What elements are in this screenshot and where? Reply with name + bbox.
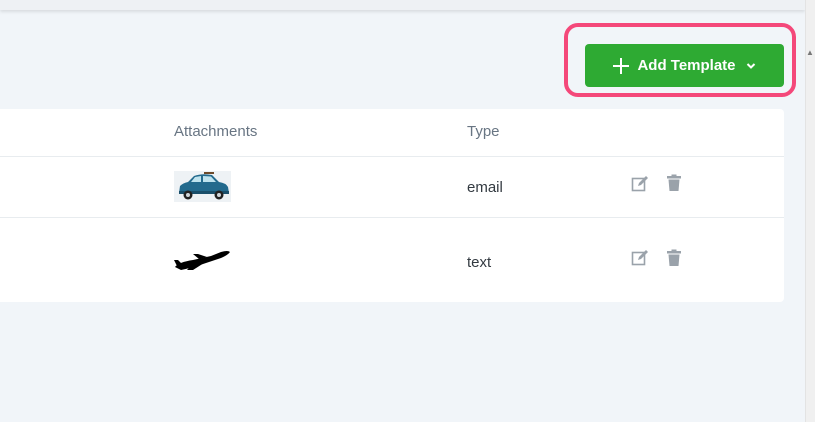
column-header-attachments: Attachments bbox=[174, 123, 258, 140]
type-cell: text bbox=[467, 254, 492, 271]
row-divider bbox=[0, 217, 784, 218]
airplane-thumbnail bbox=[174, 251, 230, 270]
scroll-up-arrow-icon[interactable]: ▲ bbox=[806, 48, 814, 58]
plus-icon bbox=[613, 57, 630, 74]
edit-icon[interactable] bbox=[631, 249, 649, 267]
trash-icon[interactable] bbox=[665, 174, 683, 192]
car-thumbnail bbox=[174, 171, 231, 202]
header-divider bbox=[0, 156, 784, 157]
templates-table: Attachments Type email text bbox=[0, 109, 784, 302]
chevron-down-icon bbox=[746, 62, 755, 69]
vertical-scrollbar[interactable]: ▲ bbox=[805, 0, 815, 422]
add-template-button[interactable]: Add Template bbox=[585, 44, 784, 87]
edit-icon[interactable] bbox=[631, 175, 649, 193]
header-shadow-strip bbox=[0, 0, 805, 10]
type-cell: email bbox=[467, 179, 503, 196]
add-template-label: Add Template bbox=[637, 57, 736, 74]
page: ▲ Add Template Attachments Type email te… bbox=[0, 0, 815, 422]
trash-icon[interactable] bbox=[665, 249, 683, 267]
column-header-type: Type bbox=[467, 123, 500, 140]
